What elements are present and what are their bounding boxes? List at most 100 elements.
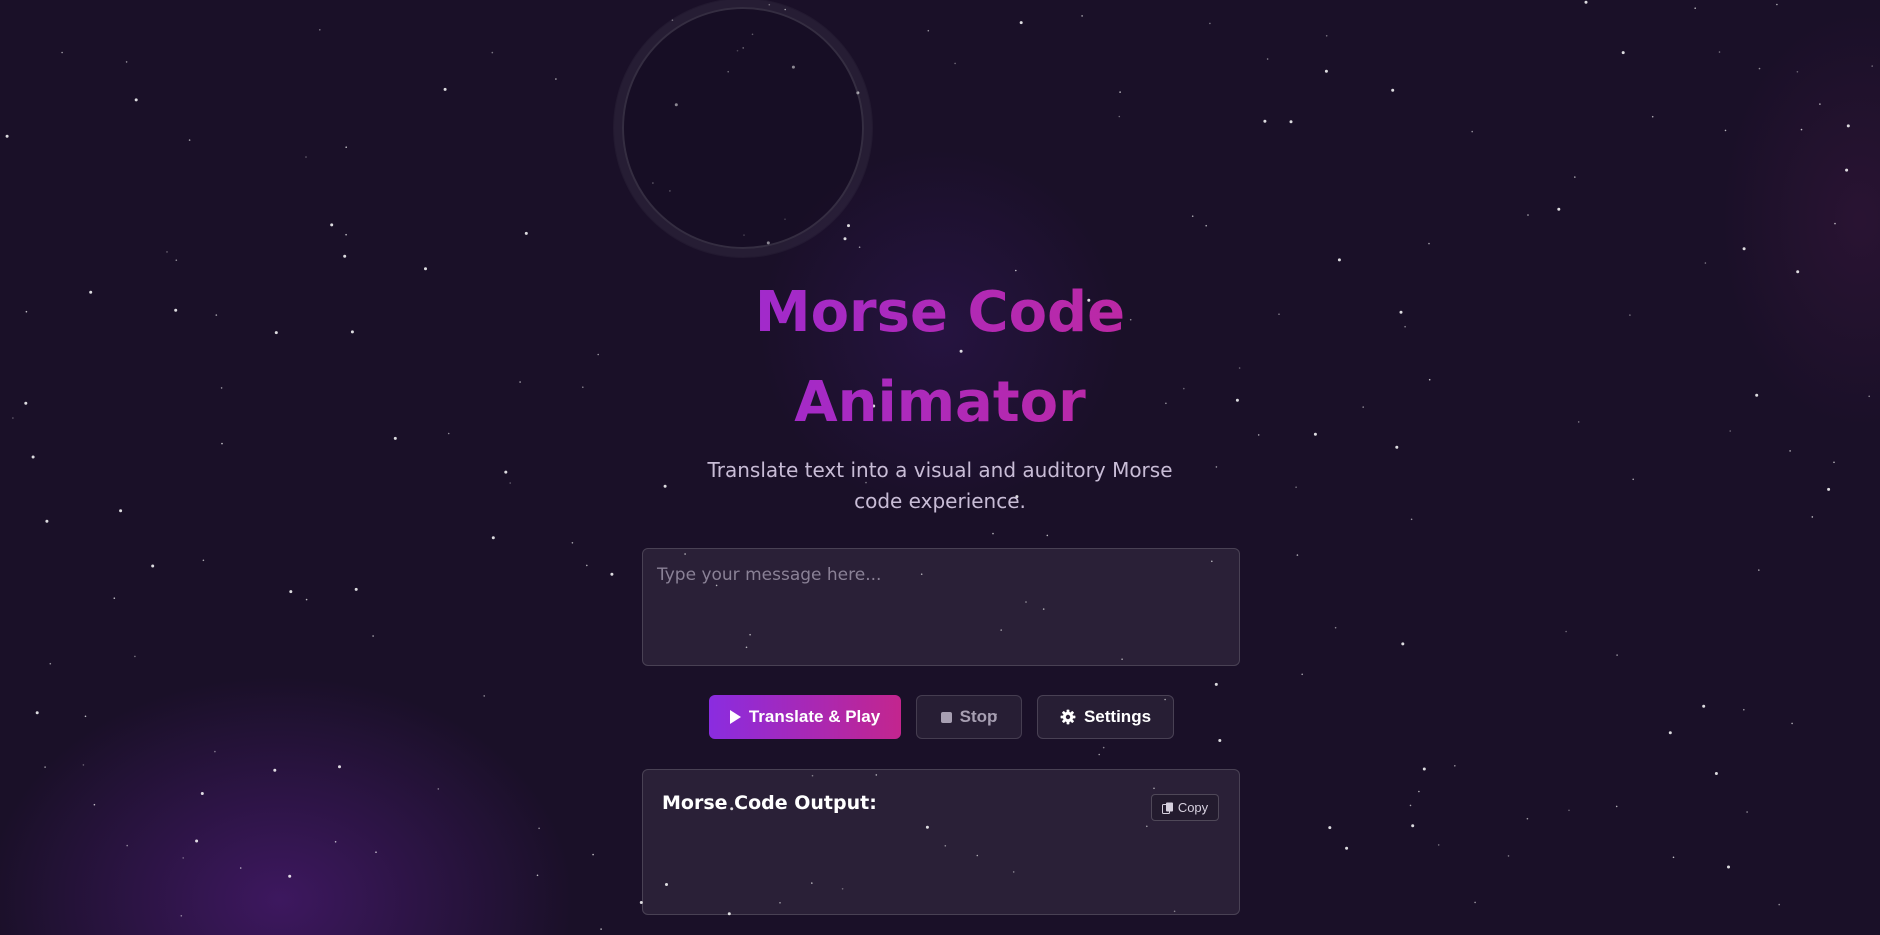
star xyxy=(443,87,447,91)
star xyxy=(1834,222,1836,225)
star xyxy=(345,146,348,148)
star xyxy=(1046,534,1049,537)
star xyxy=(1471,130,1473,133)
copy-button[interactable]: Copy xyxy=(1151,794,1219,821)
star xyxy=(1758,569,1760,571)
star xyxy=(372,635,374,637)
star xyxy=(5,134,9,138)
star xyxy=(1337,258,1341,262)
star xyxy=(1704,262,1707,264)
star xyxy=(1209,22,1211,25)
star xyxy=(437,788,440,790)
star xyxy=(663,484,667,488)
star xyxy=(134,655,136,658)
star xyxy=(61,51,63,54)
translate-play-label: Translate & Play xyxy=(748,707,881,726)
star xyxy=(119,509,123,513)
star xyxy=(1418,790,1420,793)
star xyxy=(555,78,557,80)
star xyxy=(1743,708,1745,711)
star xyxy=(1557,207,1561,211)
star xyxy=(182,857,184,859)
star xyxy=(151,564,155,568)
star xyxy=(927,29,930,32)
star xyxy=(504,470,508,474)
star xyxy=(214,750,216,753)
star xyxy=(319,29,321,31)
star xyxy=(1119,91,1121,93)
star xyxy=(273,768,277,772)
star xyxy=(1474,901,1476,904)
star xyxy=(1334,626,1337,629)
star xyxy=(1724,129,1727,132)
star xyxy=(491,536,495,540)
star xyxy=(1437,844,1440,846)
star xyxy=(1410,518,1413,521)
star xyxy=(1289,120,1293,124)
star xyxy=(524,231,528,235)
star xyxy=(1263,119,1267,123)
star xyxy=(1778,903,1780,906)
star xyxy=(1098,753,1100,756)
star xyxy=(592,853,594,856)
star xyxy=(1526,817,1529,820)
star xyxy=(586,564,588,567)
translate-play-button[interactable]: Translate & Play xyxy=(709,695,901,739)
star xyxy=(334,841,337,843)
star xyxy=(1742,247,1746,251)
star xyxy=(1214,682,1218,686)
star xyxy=(1727,865,1730,869)
message-input[interactable] xyxy=(642,548,1240,666)
star xyxy=(1746,811,1748,813)
star xyxy=(289,590,293,594)
star xyxy=(305,156,307,158)
star xyxy=(44,766,46,768)
star xyxy=(1081,15,1083,17)
star xyxy=(343,254,347,258)
star xyxy=(1776,3,1778,6)
stop-button[interactable]: Stop xyxy=(916,695,1022,739)
star xyxy=(1527,214,1529,216)
star xyxy=(1668,731,1672,735)
star xyxy=(1118,115,1121,118)
star xyxy=(768,3,771,6)
star xyxy=(49,662,52,665)
moon-circle-decoration xyxy=(622,7,864,249)
star xyxy=(1791,722,1793,725)
star xyxy=(1651,115,1654,118)
copy-icon xyxy=(1161,802,1174,814)
star xyxy=(1325,35,1328,37)
star xyxy=(1345,846,1349,850)
star xyxy=(1632,478,1634,481)
star xyxy=(82,764,85,766)
star xyxy=(843,237,847,241)
star xyxy=(1507,855,1510,857)
star xyxy=(166,251,168,253)
star xyxy=(305,598,308,601)
settings-button[interactable]: Settings xyxy=(1037,695,1174,739)
star xyxy=(1296,554,1299,556)
play-icon xyxy=(729,710,741,724)
star xyxy=(483,695,486,697)
page-subtitle: Translate text into a visual and auditor… xyxy=(707,458,1173,513)
star xyxy=(1694,7,1696,9)
star xyxy=(1428,242,1430,245)
star xyxy=(1454,765,1456,767)
stop-label: Stop xyxy=(959,707,998,726)
star xyxy=(125,61,128,63)
star xyxy=(858,246,861,248)
star xyxy=(536,874,539,877)
star xyxy=(1324,69,1328,73)
morse-output-heading: Morse Code Output: xyxy=(662,792,877,814)
star xyxy=(1871,65,1873,67)
star xyxy=(1411,824,1415,828)
star xyxy=(126,844,128,847)
star xyxy=(31,455,35,459)
star xyxy=(175,259,178,262)
page-title-text: Morse Code Animator xyxy=(754,280,1126,435)
star xyxy=(180,915,183,917)
star xyxy=(1574,176,1576,178)
star xyxy=(992,532,994,535)
star xyxy=(134,98,138,102)
star xyxy=(1800,128,1803,131)
